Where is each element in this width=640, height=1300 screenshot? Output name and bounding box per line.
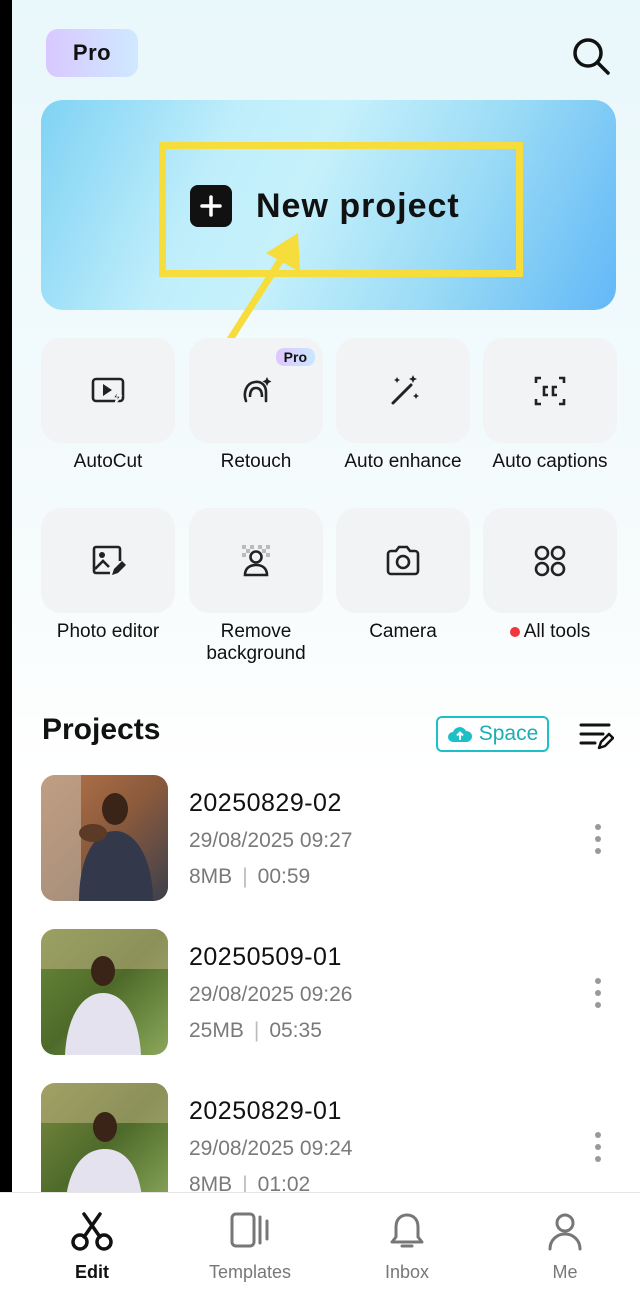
- camera-icon: [386, 545, 420, 575]
- remove-bg-icon: [242, 544, 270, 576]
- tool-label: Retouch: [220, 451, 292, 472]
- project-name: 20250829-01: [189, 1097, 342, 1125]
- autocut-icon: [91, 377, 125, 404]
- project-date: 29/08/2025 09:24: [189, 1137, 353, 1160]
- tool-label: Camera: [369, 621, 437, 642]
- captions-icon: [534, 376, 566, 405]
- project-thumbnail: [41, 1083, 168, 1209]
- tool-label: Photo editor: [56, 621, 160, 642]
- tool-camera[interactable]: Camera: [336, 508, 470, 643]
- search-button[interactable]: [566, 32, 614, 80]
- manage-projects-button[interactable]: [578, 718, 615, 752]
- bell-icon: [390, 1213, 424, 1248]
- project-item[interactable]: 20250829-02 29/08/2025 09:27 8MB | 00:59: [41, 775, 616, 903]
- space-label: Space: [478, 722, 539, 745]
- retouch-icon: [243, 376, 272, 402]
- project-name: 20250829-02: [189, 789, 342, 817]
- nav-inbox[interactable]: Inbox: [347, 1211, 467, 1283]
- nav-edit[interactable]: Edit: [32, 1211, 152, 1283]
- project-date: 29/08/2025 09:26: [189, 983, 353, 1006]
- search-icon: [573, 38, 610, 75]
- project-name: 20250509-01: [189, 943, 342, 971]
- project-meta: 8MB | 00:59: [189, 865, 311, 888]
- tool-label: Auto captions: [492, 451, 608, 472]
- bottom-navigation: Edit Templates Inbox Me: [0, 1192, 640, 1300]
- list-edit-icon: [579, 723, 615, 750]
- project-item[interactable]: 20250509-01 29/08/2025 09:26 25MB | 05:35: [41, 929, 616, 1057]
- projects-title: Projects: [42, 713, 161, 746]
- tool-all-tools[interactable]: All tools: [483, 508, 617, 643]
- notification-dot: [509, 626, 520, 637]
- tool-label: Auto enhance: [344, 451, 462, 472]
- profile-icon: [548, 1213, 582, 1251]
- nav-label: Edit: [75, 1262, 109, 1282]
- magic-wand-icon: [391, 374, 419, 404]
- tool-photo-editor[interactable]: Photo editor: [41, 508, 175, 643]
- more-vertical-icon: [595, 978, 601, 1008]
- nav-label: Me: [552, 1262, 578, 1282]
- more-options-button[interactable]: [589, 1131, 607, 1163]
- templates-icon: [230, 1212, 269, 1248]
- tool-autocut[interactable]: AutoCut: [41, 338, 175, 473]
- project-date: 29/08/2025 09:27: [189, 829, 353, 852]
- cloud-upload-icon: [447, 727, 472, 742]
- tool-label: AutoCut: [73, 451, 143, 472]
- more-options-button[interactable]: [589, 823, 607, 855]
- tool-auto-captions[interactable]: Auto captions: [483, 338, 617, 473]
- tool-label: All tools: [483, 621, 617, 643]
- tool-remove-background[interactable]: Remove background: [189, 508, 323, 665]
- tool-label: Remove background: [206, 621, 306, 664]
- space-button[interactable]: Space: [436, 716, 549, 752]
- grid-icon: [534, 545, 566, 576]
- more-options-button[interactable]: [589, 977, 607, 1009]
- tool-retouch[interactable]: Pro Retouch: [189, 338, 323, 473]
- nav-label: Templates: [208, 1262, 292, 1282]
- tool-auto-enhance[interactable]: Auto enhance: [336, 338, 470, 473]
- more-vertical-icon: [595, 1132, 601, 1162]
- project-thumbnail: [41, 775, 168, 901]
- nav-label: Inbox: [384, 1262, 430, 1282]
- pro-badge[interactable]: Pro: [46, 29, 138, 77]
- nav-me[interactable]: Me: [505, 1211, 625, 1283]
- more-vertical-icon: [595, 824, 601, 854]
- project-thumbnail: [41, 929, 168, 1055]
- photo-edit-icon: [92, 545, 126, 575]
- project-meta: 25MB | 05:35: [189, 1019, 322, 1042]
- pro-badge-small: Pro: [275, 348, 315, 366]
- scissors-icon: [71, 1212, 113, 1251]
- screen-edge: [0, 0, 12, 1299]
- highlight-box: [159, 142, 523, 277]
- nav-templates[interactable]: Templates: [190, 1211, 310, 1283]
